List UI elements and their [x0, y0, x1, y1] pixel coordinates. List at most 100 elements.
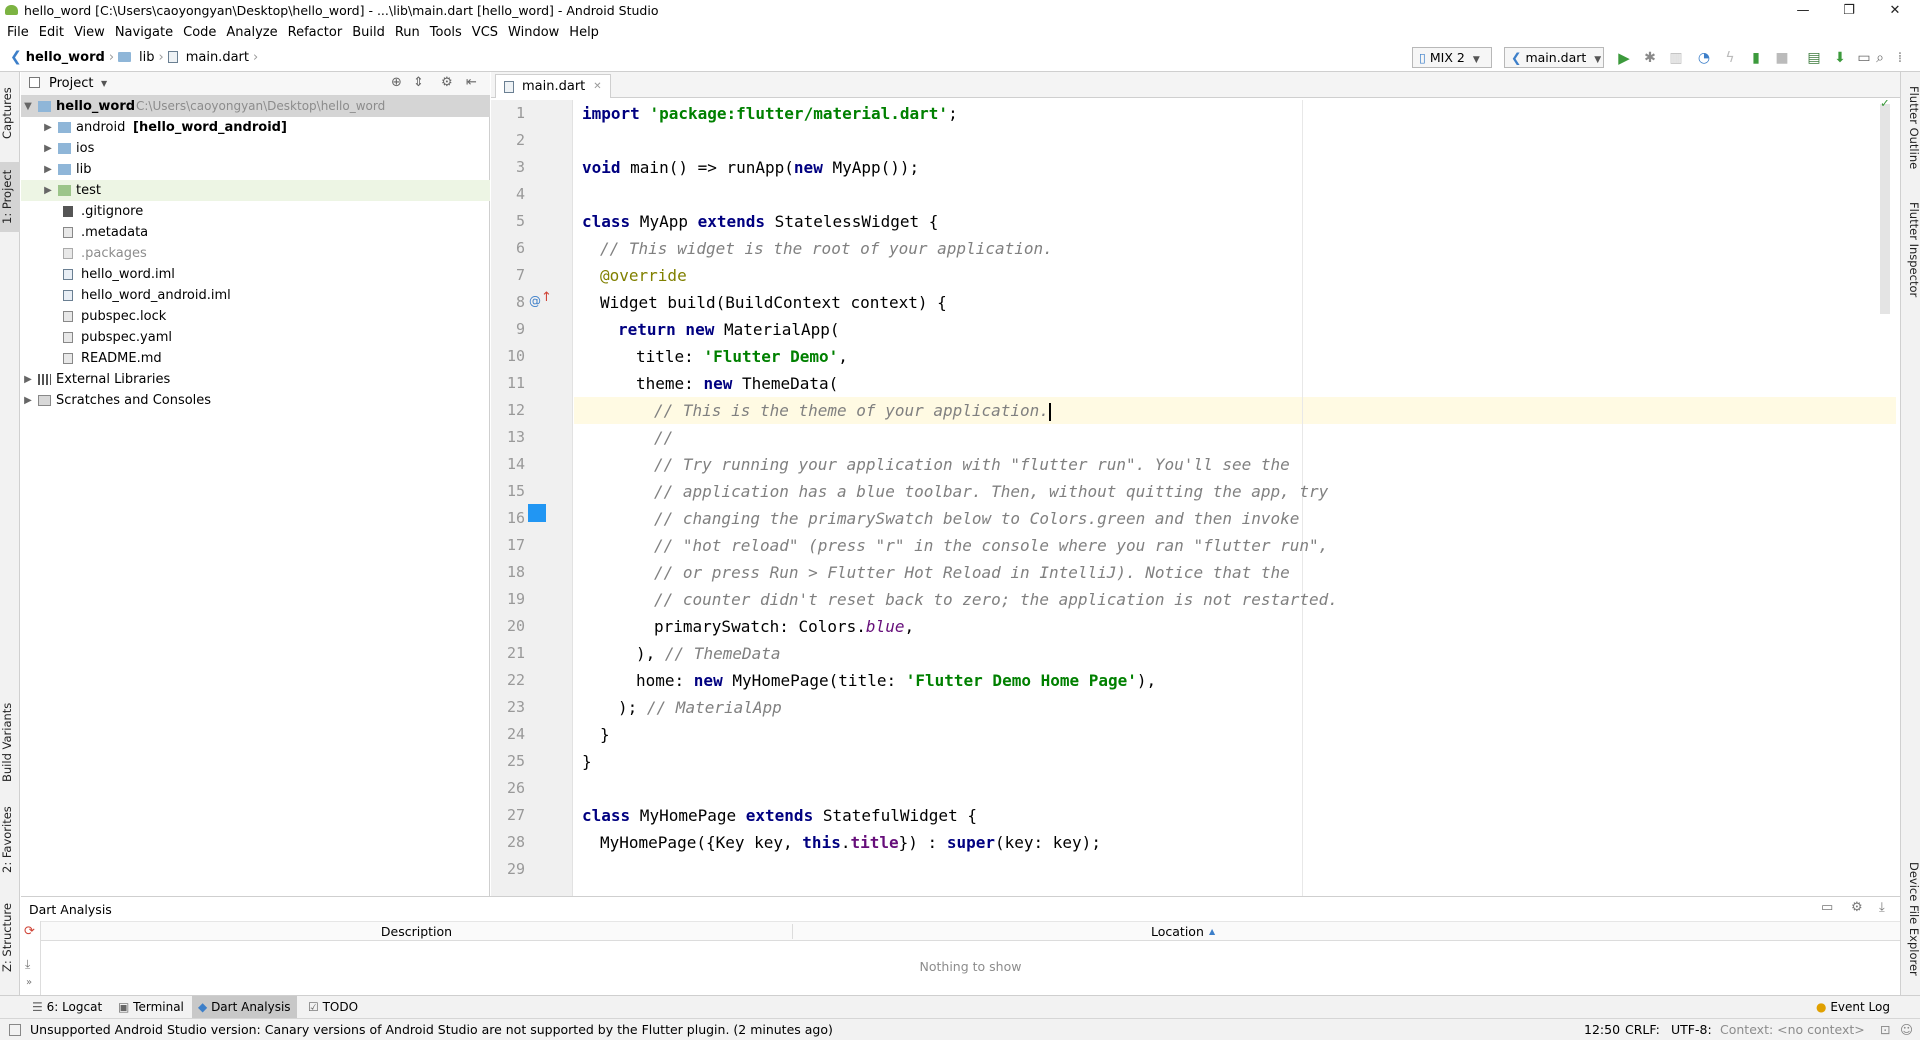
text-caret: [1048, 402, 1051, 421]
tree-item[interactable]: ▶ test: [21, 180, 490, 201]
menu-window[interactable]: Window: [503, 22, 564, 44]
todo-tab[interactable]: ☑ TODO: [302, 996, 364, 1018]
tree-item[interactable]: hello_word_android.iml: [21, 285, 490, 306]
tree-item[interactable]: ▶ External Libraries: [21, 369, 490, 390]
device-selector[interactable]: ▯ MIX 2 ▼: [1412, 47, 1492, 68]
collapse-icon[interactable]: ⁞: [1892, 50, 1908, 66]
chevron-right-icon: ›: [252, 49, 259, 65]
code-line: // changing the primarySwatch below to C…: [654, 509, 1300, 528]
more-icon[interactable]: »: [26, 977, 32, 988]
project-tab[interactable]: 1: Project: [0, 162, 20, 232]
flutter-inspector-tab[interactable]: Flutter Inspector: [1901, 202, 1920, 312]
menu-navigate[interactable]: Navigate: [110, 22, 178, 44]
column-location[interactable]: Location: [1151, 924, 1204, 939]
favorites-tab[interactable]: 2: Favorites: [0, 800, 20, 880]
collapse-all-icon[interactable]: ⇕: [413, 75, 424, 90]
avd-icon[interactable]: ▭: [1856, 50, 1872, 66]
file-encoding[interactable]: UTF-8:: [1671, 1019, 1712, 1040]
line-number: 15: [506, 482, 525, 500]
menu-run[interactable]: Run: [390, 22, 425, 44]
code-editor[interactable]: import 'package:flutter/material.dart'; …: [574, 100, 1896, 896]
minimize-button[interactable]: —: [1780, 0, 1826, 22]
tab-main-dart[interactable]: main.dart ✕: [495, 74, 611, 98]
menu-file[interactable]: File: [2, 22, 34, 44]
menu-code[interactable]: Code: [178, 22, 221, 44]
status-message[interactable]: Unsupported Android Studio version: Cana…: [30, 1019, 833, 1040]
line-number: 20: [506, 617, 525, 635]
hot-reload-icon[interactable]: ϟ: [1722, 50, 1738, 66]
menu-vcs[interactable]: VCS: [467, 22, 503, 44]
sdk-manager-icon[interactable]: ⬇: [1832, 50, 1848, 66]
close-icon[interactable]: ✕: [593, 81, 601, 92]
apply-changes-icon[interactable]: ▮: [1748, 50, 1764, 66]
test-folder-icon: [58, 185, 71, 196]
stop-icon[interactable]: ■: [1774, 50, 1790, 66]
tree-item[interactable]: .packages: [21, 243, 490, 264]
line-number: 29: [506, 860, 525, 878]
gear-icon[interactable]: ⚙: [441, 75, 453, 90]
locate-icon[interactable]: ⊕: [391, 75, 402, 90]
run-icon[interactable]: ▶: [1616, 50, 1632, 66]
line-number: 3: [515, 158, 525, 176]
tree-item[interactable]: pubspec.lock: [21, 306, 490, 327]
logcat-tab[interactable]: ☰ 6: Logcat: [26, 996, 108, 1018]
project-view-selector[interactable]: Project: [49, 76, 93, 91]
context-indicator[interactable]: Context: <no context>: [1720, 1019, 1865, 1040]
tree-item[interactable]: pubspec.yaml: [21, 327, 490, 348]
menu-edit[interactable]: Edit: [34, 22, 69, 44]
chat-icon[interactable]: ▭: [1821, 900, 1833, 915]
column-description[interactable]: Description: [41, 924, 793, 939]
tree-root[interactable]: ▼ hello_word C:\Users\caoyongyan\Desktop…: [21, 96, 490, 117]
gear-icon[interactable]: ⚙: [1851, 900, 1863, 915]
structure-tab[interactable]: Z: Structure: [0, 898, 20, 978]
breadcrumb-folder[interactable]: lib: [139, 50, 154, 65]
dart-analysis-tab[interactable]: ◆ Dart Analysis: [192, 996, 297, 1018]
tree-item[interactable]: README.md: [21, 348, 490, 369]
build-variants-tab[interactable]: Build Variants: [0, 692, 20, 792]
menu-refactor[interactable]: Refactor: [283, 22, 348, 44]
coverage-icon[interactable]: ▥: [1668, 50, 1684, 66]
tree-item[interactable]: ▶ android [hello_word_android]: [21, 117, 490, 138]
tree-item[interactable]: hello_word.iml: [21, 264, 490, 285]
editor-scrollbar-thumb[interactable]: [1880, 104, 1890, 314]
debug-icon[interactable]: ✱: [1642, 50, 1658, 66]
terminal-tab[interactable]: ▣ Terminal: [112, 996, 190, 1018]
override-marker-icon[interactable]: @: [529, 294, 541, 308]
menu-tools[interactable]: Tools: [425, 22, 467, 44]
breadcrumb-file[interactable]: main.dart: [186, 50, 249, 65]
breadcrumb-project[interactable]: hello_word: [26, 50, 105, 65]
device-file-explorer-tab[interactable]: Device File Explorer: [1901, 862, 1920, 992]
tree-item[interactable]: .metadata: [21, 222, 490, 243]
close-button[interactable]: ✕: [1872, 0, 1918, 22]
tree-item[interactable]: ▶ ios: [21, 138, 490, 159]
caret-position[interactable]: 12:50: [1584, 1019, 1620, 1040]
run-config-selector[interactable]: ❮ main.dart ▼: [1504, 47, 1604, 68]
inspector-icon[interactable]: ☺: [1900, 1019, 1913, 1040]
refresh-error-icon[interactable]: ⟳: [24, 924, 35, 939]
export-icon[interactable]: ⤓: [25, 957, 30, 972]
implements-arrow-icon[interactable]: ↑: [541, 290, 552, 305]
hide-icon[interactable]: ⇤: [466, 75, 477, 90]
tool-windows-toggle-icon[interactable]: [9, 1024, 21, 1036]
tree-item[interactable]: ▶ Scratches and Consoles: [21, 390, 490, 411]
restore-button[interactable]: ❐: [1826, 0, 1872, 22]
minimize-panel-icon[interactable]: ⤓: [1879, 900, 1885, 915]
event-log-tab[interactable]: ● Event Log: [1810, 996, 1896, 1018]
search-icon[interactable]: ⌕: [1872, 50, 1888, 66]
menu-view[interactable]: View: [69, 22, 110, 44]
line-separator[interactable]: CRLF:: [1625, 1019, 1660, 1040]
sync-icon[interactable]: ▤: [1806, 50, 1822, 66]
profile-icon[interactable]: ◔: [1696, 50, 1712, 66]
menu-analyze[interactable]: Analyze: [221, 22, 282, 44]
flutter-outline-tab[interactable]: Flutter Outline: [1901, 86, 1920, 176]
tree-item[interactable]: ▶ lib: [21, 159, 490, 180]
menu-help[interactable]: Help: [564, 22, 604, 44]
tree-item[interactable]: .gitignore: [21, 201, 490, 222]
sort-ascending-icon: ▲: [1209, 927, 1216, 936]
chevron-down-icon[interactable]: ▼: [101, 79, 107, 88]
color-swatch-blue[interactable]: [528, 504, 546, 522]
menu-build[interactable]: Build: [347, 22, 390, 44]
captures-tab[interactable]: Captures: [0, 78, 20, 148]
tree-item-label: pubspec.yaml: [81, 330, 172, 345]
lock-icon[interactable]: ⊡: [1880, 1019, 1890, 1040]
